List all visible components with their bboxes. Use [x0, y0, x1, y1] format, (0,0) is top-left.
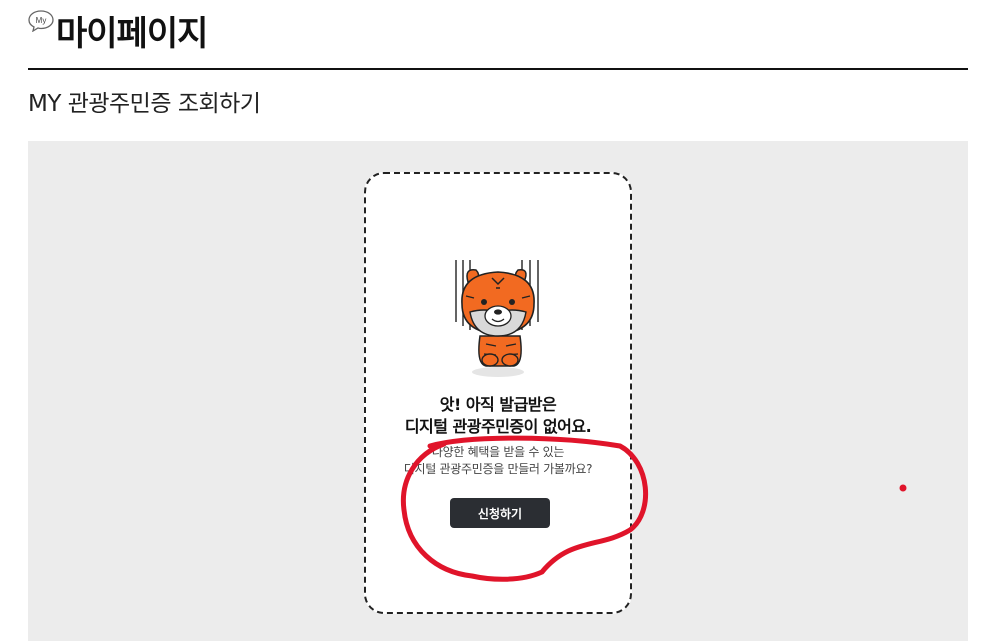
apply-button[interactable]: 신청하기: [450, 498, 550, 528]
my-icon-label: My: [36, 16, 47, 25]
empty-title-line1: 앗! 아직 발급받은: [439, 395, 557, 414]
page-header: My 마이페이지: [28, 6, 968, 70]
resident-card-area: 앗! 아직 발급받은 디지털 관광주민증이 없어요. 다양한 혜택을 받을 수 …: [28, 141, 968, 641]
empty-desc-line2: 디지털 관광주민증을 만들러 가볼까요?: [403, 462, 593, 476]
tiger-mascot-icon: [452, 260, 548, 378]
my-speech-bubble-icon: My: [28, 10, 54, 33]
page-title: 마이페이지: [56, 14, 208, 54]
section-title: MY 관광주민증 조회하기: [28, 91, 261, 117]
empty-desc-line1: 다양한 혜택을 받을 수 있는: [431, 445, 565, 459]
empty-state-description: 다양한 혜택을 받을 수 있는 디지털 관광주민증을 만들러 가볼까요?: [366, 444, 630, 478]
empty-state-title: 앗! 아직 발급받은 디지털 관광주민증이 없어요.: [366, 394, 630, 438]
empty-title-line2: 디지털 관광주민증이 없어요.: [404, 417, 592, 436]
empty-card: 앗! 아직 발급받은 디지털 관광주민증이 없어요. 다양한 혜택을 받을 수 …: [364, 172, 632, 614]
